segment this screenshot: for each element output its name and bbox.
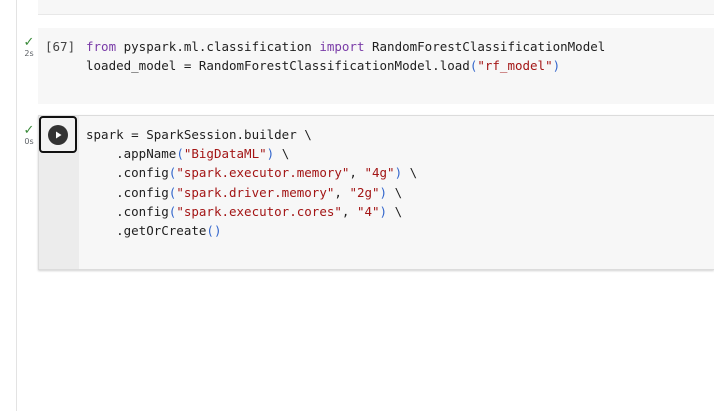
code-token: , <box>349 165 365 181</box>
code-token: \ <box>274 146 290 162</box>
code-token: () <box>206 223 222 239</box>
code-token: ) <box>394 165 403 181</box>
code-token: ( <box>176 146 184 162</box>
code-token: "2g" <box>349 184 380 200</box>
code-token: .getOrCreate <box>86 223 207 239</box>
notebook-gutter-line <box>16 0 17 411</box>
code-token: , <box>341 203 357 219</box>
code-token: , <box>334 184 350 200</box>
code-line: .getOrCreate() <box>86 221 417 240</box>
code-token: RandomForestClassificationModel <box>364 39 606 54</box>
code-token: .config <box>86 184 169 200</box>
run-cell-button[interactable] <box>39 116 77 153</box>
code-token: .appName <box>86 146 177 162</box>
code-editor[interactable]: from pyspark.ml.classification import Ra… <box>86 37 605 75</box>
code-token: spark = SparkSession.builder \ <box>86 127 312 142</box>
previous-code-cell[interactable] <box>38 0 714 15</box>
check-icon: ✓ <box>23 35 35 50</box>
code-line: loaded_model = RandomForestClassificatio… <box>86 56 605 75</box>
code-line: .config("spark.executor.cores", "4") \ <box>86 202 417 221</box>
code-line: .appName("BigDataML") \ <box>86 144 417 163</box>
code-token: "spark.executor.cores" <box>176 203 342 219</box>
cell-67-status: ✓ 2s <box>22 35 36 59</box>
code-token: ) <box>379 184 388 200</box>
code-token: "4" <box>356 203 380 219</box>
code-token: ) <box>379 203 388 219</box>
code-line: .config("spark.driver.memory", "2g") \ <box>86 183 417 202</box>
execution-count: [67] <box>45 39 76 54</box>
code-token: ) <box>552 58 561 74</box>
code-token: "4g" <box>364 165 395 181</box>
code-editor[interactable]: spark = SparkSession.builder \ .appName(… <box>86 125 417 240</box>
code-token: "rf_model" <box>477 58 553 74</box>
code-token: \ <box>387 203 403 219</box>
code-token: "spark.driver.memory" <box>176 184 335 200</box>
play-icon <box>48 124 68 145</box>
execution-time: 0s <box>24 137 34 146</box>
code-token: import <box>319 39 365 54</box>
code-line: from pyspark.ml.classification import Ra… <box>86 37 605 56</box>
code-token: .config <box>86 203 169 219</box>
cell-active-status: ✓ 0s <box>22 123 36 147</box>
code-token: \ <box>402 165 418 181</box>
code-token: "spark.executor.memory" <box>176 165 350 181</box>
check-icon: ✓ <box>23 123 35 138</box>
code-token: loaded_model = RandomForestClassificatio… <box>86 58 470 74</box>
code-token: .config <box>86 165 169 181</box>
execution-time: 2s <box>24 49 34 58</box>
code-token: pyspark.ml.classification <box>116 39 320 54</box>
code-line: .config("spark.executor.memory", "4g") \ <box>86 163 417 182</box>
code-token: "BigDataML" <box>183 146 267 162</box>
code-token: \ <box>387 184 403 200</box>
code-line: spark = SparkSession.builder \ <box>86 125 417 144</box>
code-token: from <box>86 39 117 54</box>
